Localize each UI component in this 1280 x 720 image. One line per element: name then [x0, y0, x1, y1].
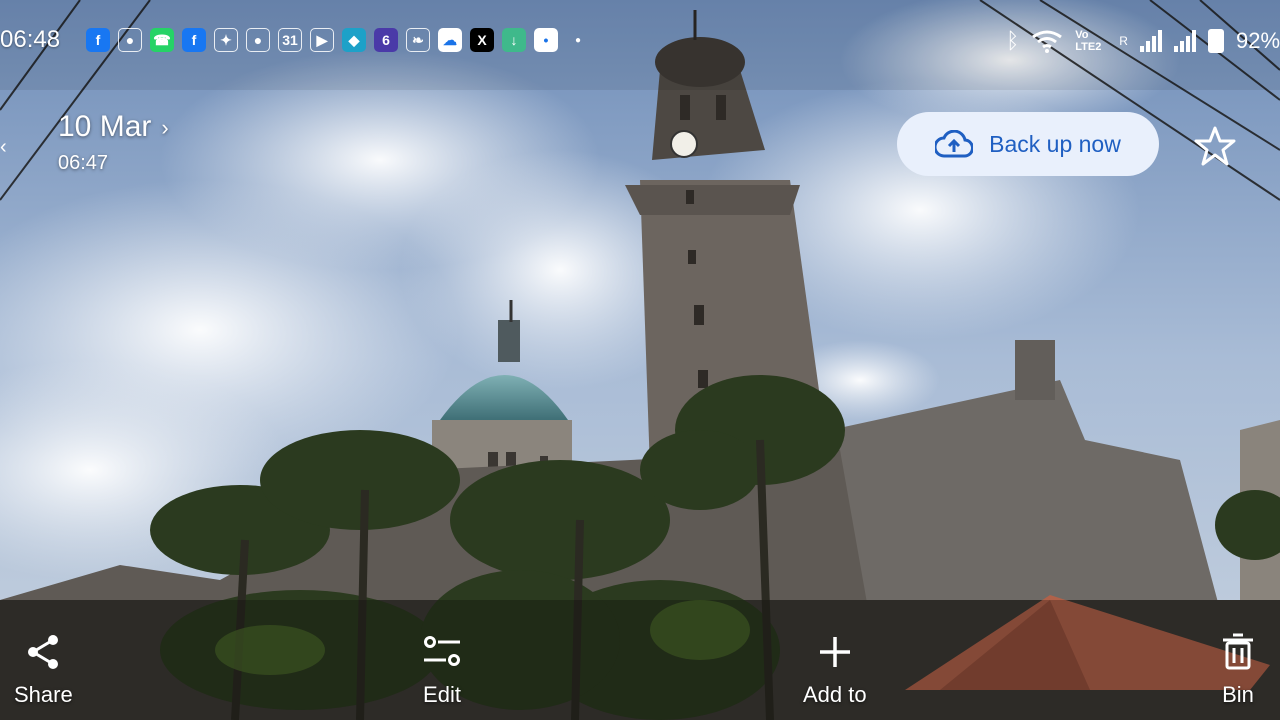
wifi-icon	[1032, 30, 1063, 53]
roaming-label: R	[1119, 34, 1128, 48]
edit-sliders-icon	[424, 636, 460, 666]
cloud-icon: ☁	[438, 28, 462, 52]
bin-label: Bin	[1222, 682, 1254, 707]
calendar-icon: 31	[278, 28, 302, 52]
trash-icon	[1223, 633, 1253, 670]
photo-date-label: 10 Mar	[58, 110, 152, 143]
edit-label: Edit	[423, 682, 461, 707]
share-label: Share	[14, 682, 73, 707]
photo-time: 06:47	[58, 152, 109, 174]
battery-percent: 92%	[1235, 28, 1280, 53]
status-time: 06:48	[0, 26, 61, 53]
x-icon: X	[470, 28, 494, 52]
status-bar: 06:48 f ● ☎ f ✦ ● 31 ▶ ◆ 6 ❧ ☁ X ↓ • ● ᛒ Vo LTE2 R 92%	[0, 0, 1280, 80]
download-icon: ↓	[502, 28, 526, 52]
cloud-upload-icon	[935, 130, 974, 158]
signal-icon-2	[1173, 30, 1196, 52]
chat-bubble-icon: ●	[246, 28, 270, 52]
chevron-right-icon: ›	[161, 115, 169, 140]
pinwheel-icon: ✦	[214, 28, 238, 52]
app-blue-icon: ◆	[342, 28, 366, 52]
add-to-button[interactable]: Add to	[803, 632, 867, 708]
system-icons: ᛒ Vo LTE2 R 92%	[1006, 26, 1280, 56]
chat-bubble-icon: ●	[118, 28, 142, 52]
share-icon	[28, 635, 59, 669]
back-up-now-label: Back up now	[989, 130, 1121, 157]
game-icon: 6	[374, 28, 398, 52]
battery-icon	[1207, 29, 1224, 53]
facebook-icon: f	[182, 28, 206, 52]
bluetooth-icon: ᛒ	[1006, 28, 1020, 53]
app-white-icon: •	[534, 28, 558, 52]
more-notifications-dot-icon: ●	[574, 34, 582, 46]
whatsapp-icon: ☎	[150, 28, 174, 52]
bin-button[interactable]: Bin	[1218, 632, 1258, 708]
signal-icon	[1139, 30, 1162, 52]
share-button[interactable]: Share	[14, 632, 73, 708]
add-to-label: Add to	[803, 682, 867, 707]
youtube-icon: ▶	[310, 28, 334, 52]
photo-date[interactable]: 10 Mar ›	[58, 110, 169, 144]
plus-icon	[819, 637, 850, 667]
facebook-icon: f	[86, 28, 110, 52]
edit-button[interactable]: Edit	[422, 632, 462, 708]
star-icon[interactable]	[1193, 124, 1237, 168]
volte-label: Vo LTE2	[1075, 29, 1102, 53]
leaf-icon: ❧	[406, 28, 430, 52]
action-bar: Share Edit Add to Bin	[0, 580, 1280, 720]
back-up-now-button[interactable]: Back up now	[897, 112, 1159, 176]
back-edge-hint: ‹	[0, 136, 7, 158]
photo-info[interactable]: 10 Mar › 06:47	[58, 110, 169, 175]
